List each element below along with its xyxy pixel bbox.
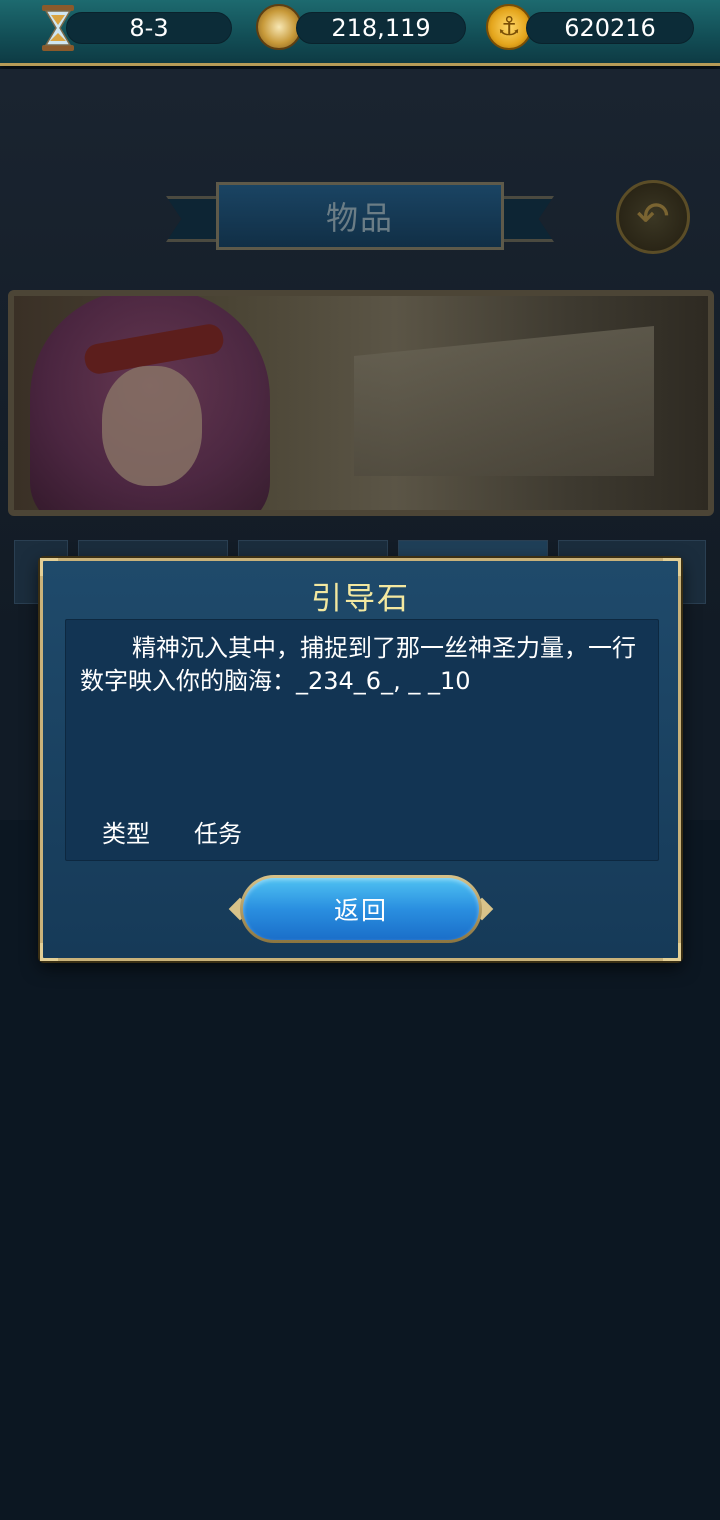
- dialog-body: 精神沉入其中，捕捉到了那一丝神圣力量，一行数字映入你的脑海：_234_6_, _…: [65, 619, 659, 861]
- compass-counter: 218,119: [296, 12, 466, 44]
- return-button[interactable]: 返回: [228, 875, 494, 943]
- stage-display: 8-3: [66, 12, 232, 44]
- character-banner: [8, 290, 714, 516]
- stage-value: 8-3: [129, 14, 169, 42]
- back-button[interactable]: ↶: [616, 180, 690, 254]
- item-description: 精神沉入其中，捕捉到了那一丝神圣力量，一行数字映入你的脑海：_234_6_, _…: [80, 634, 636, 695]
- item-type-row: 类型 任务: [102, 814, 242, 849]
- corner-ornament: [663, 943, 681, 961]
- coin-value: 620216: [564, 14, 656, 42]
- corner-ornament: [40, 943, 58, 961]
- page-title-ribbon: 物品: [166, 178, 554, 260]
- dialog-title: 引导石: [311, 581, 410, 617]
- coin-counter: 620216: [526, 12, 694, 44]
- type-value: 任务: [194, 820, 242, 848]
- page-title: 物品: [216, 182, 504, 250]
- return-button-label[interactable]: 返回: [243, 878, 479, 940]
- banner-character-face: [102, 366, 202, 486]
- resource-bar: 8-3 218,119 ⚓ 620216: [0, 0, 720, 66]
- return-button-frame[interactable]: 返回: [240, 875, 482, 943]
- compass-value: 218,119: [331, 14, 431, 42]
- return-arrow-icon: ↶: [636, 194, 670, 240]
- item-detail-dialog: 引导石 精神沉入其中，捕捉到了那一丝神圣力量，一行数字映入你的脑海：_234_6…: [40, 558, 681, 961]
- type-label: 类型: [102, 820, 150, 848]
- banner-building: [354, 326, 654, 476]
